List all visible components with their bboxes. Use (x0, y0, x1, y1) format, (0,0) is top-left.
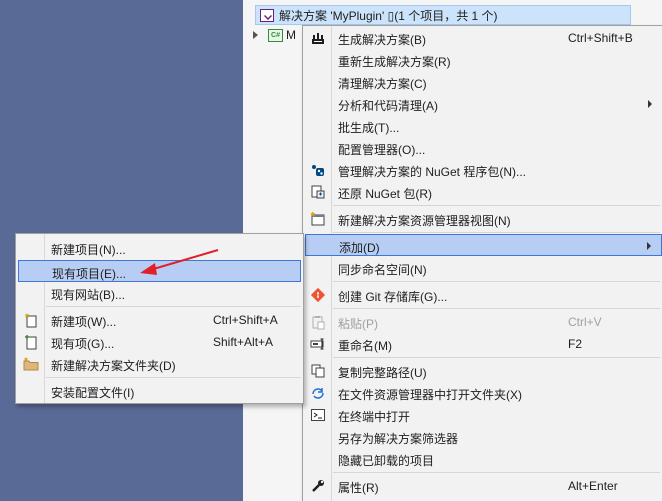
menu-item-label: 新建解决方案文件夹(D) (51, 359, 176, 373)
menu-separator (333, 357, 660, 358)
menu-item-label: 现有网站(B)... (51, 288, 125, 302)
terminal-icon (310, 407, 326, 423)
menu-item-label: 同步命名空间(N) (338, 263, 427, 277)
menu-item-open-in-terminal[interactable]: 在终端中打开 (305, 404, 662, 426)
menu-item-label: 配置管理器(O)... (338, 143, 426, 157)
menu-separator (333, 472, 660, 473)
menu-item-shortcut: Shift+Alt+A (213, 335, 274, 349)
menu-separator (333, 232, 660, 233)
menu-separator (46, 377, 301, 378)
menu-item-create-git-repo[interactable]: 创建 Git 存储库(G)... (305, 284, 662, 306)
new-view-icon (310, 211, 326, 227)
menu-item-label: 粘贴(P) (338, 317, 378, 331)
menu-item-shortcut: Ctrl+V (568, 315, 602, 329)
menu-item-label: 重新生成解决方案(R) (338, 55, 451, 69)
menu-item-sync-namespaces[interactable]: 同步命名空间(N) (305, 257, 662, 279)
menu-item-label: 分析和代码清理(A) (338, 99, 438, 113)
solution-icon (260, 8, 274, 22)
git-icon (310, 287, 326, 303)
menu-item-new-explorer-view[interactable]: 新建解决方案资源管理器视图(N) (305, 208, 662, 230)
menu-item-shortcut: Alt+Enter (568, 479, 618, 493)
submenu-arrow-icon (648, 100, 652, 108)
menu-item-build-solution[interactable]: 生成解决方案(B) Ctrl+Shift+B (305, 27, 662, 49)
submenu-arrow-icon (647, 242, 651, 250)
menu-item-properties[interactable]: 属性(R) Alt+Enter (305, 475, 662, 497)
menu-item-label: 批生成(T)... (338, 121, 400, 135)
menu-item-label: 现有项(G)... (51, 337, 115, 351)
submenu-item-existing-website[interactable]: 现有网站(B)... (18, 282, 301, 304)
menu-item-shortcut: Ctrl+Shift+A (213, 313, 278, 327)
menu-item-manage-nuget[interactable]: 管理解决方案的 NuGet 程序包(N)... (305, 159, 662, 181)
menu-item-clean-solution[interactable]: 清理解决方案(C) (305, 71, 662, 93)
submenu-item-new-solution-folder[interactable]: 新建解决方案文件夹(D) (18, 353, 301, 375)
add-submenu: 新建项目(N)... 现有项目(E)... 现有网站(B)... 新建项(W).… (15, 233, 304, 404)
menu-item-restore-nuget[interactable]: 还原 NuGet 包(R) (305, 181, 662, 203)
menu-item-save-as-filter[interactable]: 另存为解决方案筛选器 (305, 426, 662, 448)
menu-item-label: 属性(R) (338, 481, 379, 495)
menu-separator (46, 306, 301, 307)
expand-arrow-icon[interactable] (253, 31, 258, 39)
menu-item-copy-full-path[interactable]: 复制完整路径(U) (305, 360, 662, 382)
menu-item-analyze-cleanup[interactable]: 分析和代码清理(A) (305, 93, 662, 115)
menu-item-label: 清理解决方案(C) (338, 77, 427, 91)
menu-separator (333, 281, 660, 282)
build-icon (310, 30, 326, 46)
menu-item-paste[interactable]: 粘贴(P) Ctrl+V (305, 311, 662, 333)
menu-item-add[interactable]: 添加(D) (305, 234, 662, 256)
menu-item-label: 在终端中打开 (338, 410, 411, 424)
menu-item-configuration-manager[interactable]: 配置管理器(O)... (305, 137, 662, 159)
existing-item-icon (23, 334, 39, 350)
menu-item-label: 重命名(M) (338, 339, 392, 353)
menu-item-label: 新建解决方案资源管理器视图(N) (338, 214, 511, 228)
menu-item-rename[interactable]: 重命名(M) F2 (305, 333, 662, 355)
menu-item-label: 生成解决方案(B) (338, 33, 426, 47)
menu-item-label: 另存为解决方案筛选器 (338, 432, 459, 446)
menu-item-shortcut: Ctrl+Shift+B (568, 31, 633, 45)
menu-item-shortcut: F2 (568, 337, 583, 351)
menu-item-rebuild-solution[interactable]: 重新生成解决方案(R) (305, 49, 662, 71)
submenu-item-existing-project[interactable]: 现有项目(E)... (18, 260, 301, 282)
menu-separator (333, 308, 660, 309)
menu-item-label: 安装配置文件(I) (51, 386, 135, 400)
menu-item-hide-unloaded[interactable]: 隐藏已卸载的项目 (305, 448, 662, 470)
submenu-item-existing-item[interactable]: 现有项(G)... Shift+Alt+A (18, 331, 301, 353)
open-folder-icon (310, 385, 326, 401)
menu-item-batch-build[interactable]: 批生成(T)... (305, 115, 662, 137)
menu-item-label: 添加(D) (339, 241, 380, 255)
menu-item-label: 管理解决方案的 NuGet 程序包(N)... (338, 165, 527, 179)
restore-icon (310, 184, 326, 200)
menu-item-label: 复制完整路径(U) (338, 366, 427, 380)
solution-label: 解决方案 'MyPlugin' ▯(1 个项目，共 1 个) (279, 8, 498, 23)
menu-item-label: 隐藏已卸载的项目 (338, 454, 435, 468)
wrench-icon (310, 478, 326, 494)
menu-separator (333, 205, 660, 206)
folder-icon (23, 356, 39, 372)
menu-item-label: 新建项目(N)... (51, 243, 126, 257)
menu-item-open-folder-in-explorer[interactable]: 在文件资源管理器中打开文件夹(X) (305, 382, 662, 404)
solution-node[interactable]: 解决方案 'MyPlugin' ▯(1 个项目，共 1 个) (255, 5, 631, 25)
menu-item-label: 创建 Git 存储库(G)... (338, 290, 448, 304)
nuget-icon (310, 162, 326, 178)
submenu-item-install-config[interactable]: 安装配置文件(I) (18, 380, 301, 402)
new-item-icon (23, 312, 39, 328)
menu-item-label: 在文件资源管理器中打开文件夹(X) (338, 388, 522, 402)
csharp-project-icon: C# (268, 28, 283, 42)
solution-context-menu: 生成解决方案(B) Ctrl+Shift+B 重新生成解决方案(R) 清理解决方… (302, 25, 662, 501)
project-label: M (286, 28, 296, 42)
paste-icon (310, 314, 326, 330)
rename-icon (310, 336, 326, 352)
copy-icon (310, 363, 326, 379)
submenu-item-new-project[interactable]: 新建项目(N)... (18, 237, 301, 259)
menu-item-label: 新建项(W)... (51, 315, 117, 329)
project-node[interactable]: C# M (253, 27, 296, 43)
menu-item-label: 还原 NuGet 包(R) (338, 187, 433, 201)
menu-item-label: 现有项目(E)... (52, 267, 126, 281)
submenu-item-new-item[interactable]: 新建项(W)... Ctrl+Shift+A (18, 309, 301, 331)
